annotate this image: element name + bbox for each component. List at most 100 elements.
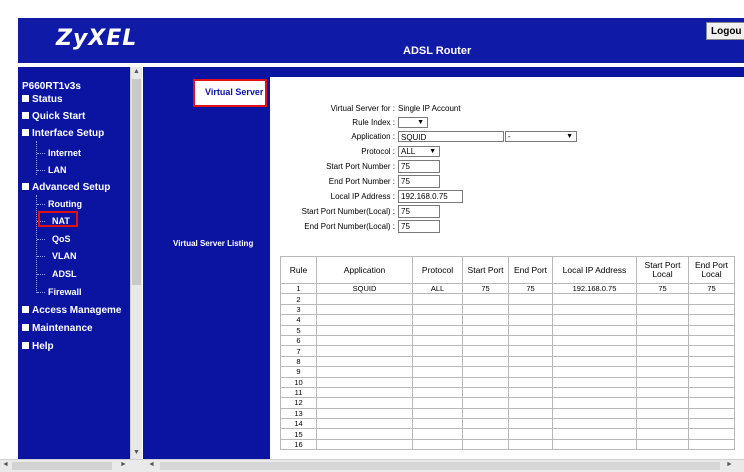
table-row: 14 xyxy=(280,418,735,430)
table-cell: ALL xyxy=(412,282,463,295)
table-cell xyxy=(688,428,735,440)
logout-button[interactable]: Logou xyxy=(706,22,744,40)
sidebar-scrollbar[interactable]: ▲ ▼ xyxy=(130,67,142,459)
table-row: 13 xyxy=(280,407,735,420)
sidebar-item-adsl[interactable]: ADSL xyxy=(52,269,77,279)
expand-box-icon xyxy=(22,129,29,136)
table-row: 2 xyxy=(280,293,735,305)
table-cell xyxy=(508,386,553,399)
table-cell: 10 xyxy=(280,376,317,388)
table-cell xyxy=(412,438,463,451)
column-header-rule: Rule xyxy=(280,256,317,284)
nat-highlight-box xyxy=(38,211,78,227)
table-cell xyxy=(552,376,637,388)
scroll-up-icon[interactable]: ▲ xyxy=(133,68,140,75)
table-cell xyxy=(508,366,553,378)
table-cell xyxy=(636,303,689,316)
sidebar-hscroll-thumb[interactable] xyxy=(12,462,112,470)
table-cell xyxy=(412,303,463,316)
table-cell xyxy=(412,314,463,326)
sidebar-item-advanced-setup[interactable]: Advanced Setup xyxy=(22,182,110,193)
main-hscroll-thumb[interactable] xyxy=(160,462,720,470)
start-port-label: Start Port Number : xyxy=(326,162,395,171)
sidebar-item-routing[interactable]: Routing xyxy=(48,199,82,209)
end-port-local-input[interactable]: 75 xyxy=(398,220,440,233)
table-cell xyxy=(636,418,689,430)
table-cell xyxy=(412,418,463,430)
table-cell xyxy=(508,324,553,336)
sidebar-item-interface-setup[interactable]: Interface Setup xyxy=(22,128,104,139)
table-cell: 4 xyxy=(280,314,317,326)
rule-index-label: Rule Index : xyxy=(352,118,395,127)
table-cell xyxy=(688,397,735,409)
expand-box-icon xyxy=(22,183,29,190)
column-header-local-ip: Local IP Address xyxy=(552,256,637,284)
table-cell xyxy=(552,397,637,409)
application-select[interactable]: - ▼ xyxy=(505,131,577,142)
rule-index-select[interactable]: ▼ xyxy=(398,117,428,128)
table-cell xyxy=(412,407,463,420)
table-cell xyxy=(316,376,413,388)
sidebar-item-vlan[interactable]: VLAN xyxy=(52,251,77,261)
application-input[interactable]: SQUID xyxy=(398,131,504,142)
table-cell xyxy=(508,407,553,420)
table-cell xyxy=(636,334,689,347)
table-cell xyxy=(636,355,689,368)
local-ip-input[interactable]: 192.168.0.75 xyxy=(398,190,463,203)
table-cell xyxy=(688,418,735,430)
table-cell xyxy=(636,386,689,399)
table-cell xyxy=(508,376,553,388)
sidebar-item-help[interactable]: Help xyxy=(22,341,54,352)
table-cell: 12 xyxy=(280,397,317,409)
table-cell xyxy=(316,293,413,305)
sidebar-item-quick-start[interactable]: Quick Start xyxy=(22,111,85,122)
column-header-start-port: Start Port xyxy=(462,256,509,284)
scroll-right-icon[interactable]: ► xyxy=(120,461,127,468)
table-cell xyxy=(688,334,735,347)
sidebar-item-lan[interactable]: LAN xyxy=(48,165,67,175)
table-cell xyxy=(688,314,735,326)
sidebar-item-access-management[interactable]: Access Manageme xyxy=(22,305,122,316)
sidebar-item-maintenance[interactable]: Maintenance xyxy=(22,323,93,334)
table-row: 11 xyxy=(280,386,735,399)
tree-line xyxy=(36,195,37,293)
table-cell xyxy=(462,314,509,326)
table-cell: 75 xyxy=(688,282,735,295)
table-cell: 5 xyxy=(280,324,317,336)
sidebar-scroll-thumb[interactable] xyxy=(132,79,141,285)
tree-line xyxy=(37,204,45,205)
scroll-left-icon[interactable]: ◄ xyxy=(2,461,9,468)
sidebar-item-qos[interactable]: QoS xyxy=(52,234,71,244)
application-label: Application : xyxy=(351,132,395,141)
table-row: 4 xyxy=(280,314,735,326)
scroll-left-icon[interactable]: ◄ xyxy=(148,461,155,468)
table-cell xyxy=(462,428,509,440)
table-cell xyxy=(552,366,637,378)
table-cell xyxy=(552,314,637,326)
tree-line xyxy=(37,239,45,240)
table-cell xyxy=(552,386,637,399)
horizontal-scrollbar[interactable]: ◄ ► ◄ ► xyxy=(0,459,744,472)
expand-box-icon xyxy=(22,95,29,102)
column-header-start-port-local: Start Port Local xyxy=(636,256,689,284)
end-port-input[interactable]: 75 xyxy=(398,175,440,188)
expand-box-icon xyxy=(22,306,29,313)
sidebar-item-status[interactable]: Status xyxy=(22,94,63,105)
protocol-select[interactable]: ALL ▼ xyxy=(398,146,440,157)
table-cell xyxy=(552,438,637,451)
scroll-right-icon[interactable]: ► xyxy=(726,461,733,468)
sidebar-item-firewall[interactable]: Firewall xyxy=(48,287,82,297)
table-cell: 192.168.0.75 xyxy=(552,282,637,295)
sidebar-item-internet[interactable]: Internet xyxy=(48,148,81,158)
table-row: 7 xyxy=(280,345,735,357)
table-cell xyxy=(508,345,553,357)
table-cell xyxy=(552,418,637,430)
start-port-local-input[interactable]: 75 xyxy=(398,205,440,218)
virtual-server-listing-label: Virtual Server Listing xyxy=(173,239,254,248)
table-cell xyxy=(688,345,735,357)
table-cell xyxy=(508,428,553,440)
scroll-down-icon[interactable]: ▼ xyxy=(133,449,140,456)
table-cell: 14 xyxy=(280,418,317,430)
start-port-input[interactable]: 75 xyxy=(398,160,440,173)
table-cell xyxy=(462,397,509,409)
